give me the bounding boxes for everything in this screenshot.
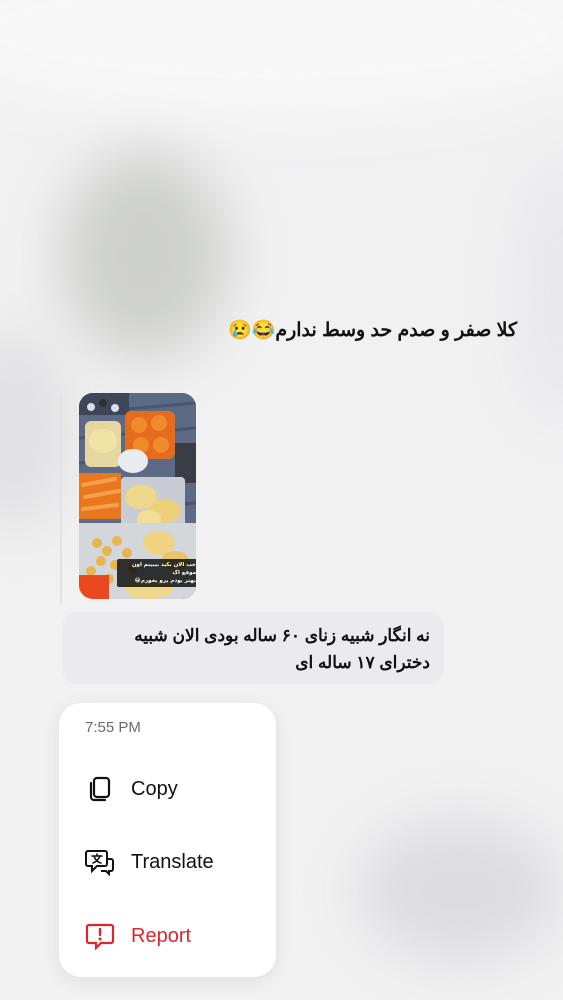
copy-label: Copy [131,777,178,800]
message-timestamp: 7:55 PM [85,719,141,736]
message-bubble-text: نه انگار شبیه زنای ۶۰ ساله بودی الان شبی… [70,622,430,676]
translate-label: Translate [131,850,214,873]
copy-icon [85,774,115,804]
message-emojis: 😂😢 [228,320,276,341]
image-caption-line: خب الان بکید بیبینم اون موقع اک [131,562,196,576]
report-button[interactable]: Report [59,909,276,963]
context-menu: 7:55 PM Copy Translate Report [59,703,276,977]
message-text-top: کلا صفر و صدم حد وسط ندارم😂😢 [228,318,517,342]
translate-icon [85,847,115,877]
story-image-thumbnail[interactable]: خب الان بکید بیبینم اون موقع اک بهتر بود… [79,393,196,599]
report-label: Report [131,924,192,947]
image-caption-line: بهتر بودم یرو بخورم😂 [134,578,196,584]
copy-button[interactable]: Copy [59,762,276,816]
report-icon [85,921,115,951]
message-line: دخترای ۱۷ ساله ای [295,653,430,672]
message-line: نه انگار شبیه زنای ۶۰ ساله بودی الان شبی… [134,626,430,645]
message-bubble[interactable]: نه انگار شبیه زنای ۶۰ ساله بودی الان شبی… [62,612,444,684]
image-caption: خب الان بکید بیبینم اون موقع اک بهتر بود… [117,559,196,587]
reply-indicator-bar [60,394,62,604]
translate-button[interactable]: Translate [59,835,276,889]
message-text: کلا صفر و صدم حد وسط ندارم [275,320,517,341]
